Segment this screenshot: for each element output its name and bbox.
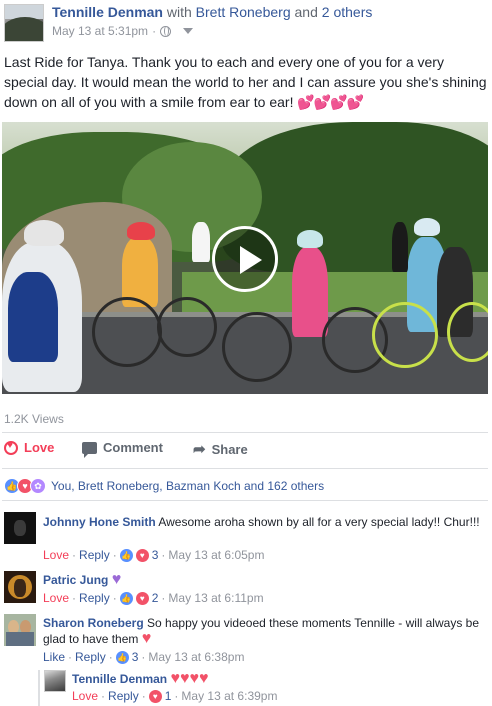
commenter-avatar[interactable]: [4, 512, 36, 544]
comment-reply-link[interactable]: Reply: [79, 591, 110, 605]
comment-love-link[interactable]: Love: [43, 591, 69, 605]
commenter-name[interactable]: Sharon Roneberg: [43, 616, 144, 630]
comment-button[interactable]: Comment: [82, 440, 163, 458]
replier-name[interactable]: Tennille Denman: [72, 672, 167, 686]
reply-reply-link[interactable]: Reply: [108, 689, 139, 703]
share-button[interactable]: ➦ Share: [193, 440, 248, 458]
author-line: Tennille Denman with Brett Roneberg and …: [52, 4, 372, 20]
and-text: and: [294, 4, 318, 20]
comment-body: Sharon Roneberg So happy you videoed the…: [43, 615, 483, 647]
comment-reply-link[interactable]: Reply: [75, 650, 106, 664]
reply-reaction-count[interactable]: 1: [165, 689, 172, 703]
meta-separator: ·: [152, 24, 157, 38]
comment-label: Comment: [103, 440, 163, 455]
comment-body: Johnny Hone Smith Awesome aroha shown by…: [43, 514, 483, 530]
divider: [2, 500, 488, 501]
share-icon: ➦: [193, 441, 206, 458]
with-text: with: [166, 4, 192, 20]
chevron-down-icon[interactable]: [183, 28, 194, 34]
like-reaction-icon: 👍: [119, 548, 133, 562]
comment-reply-link[interactable]: Reply: [79, 548, 110, 562]
heart-emoji: ♥: [141, 630, 152, 647]
share-label: Share: [211, 441, 248, 457]
reply-love-link[interactable]: Love: [72, 689, 98, 703]
comment-time[interactable]: May 13 at 6:05pm: [168, 548, 264, 562]
comment-text: Awesome aroha shown by all for a very sp…: [158, 515, 480, 529]
commenter-avatar[interactable]: [4, 614, 36, 646]
comment-icon: [82, 441, 97, 458]
globe-icon: [160, 25, 172, 37]
comment-reaction-count[interactable]: 2: [152, 591, 159, 605]
like-reaction-icon: 👍: [119, 591, 133, 605]
commenter-avatar[interactable]: [4, 571, 36, 603]
commenter-name[interactable]: Patric Jung: [43, 573, 108, 587]
comment-love-link[interactable]: Love: [43, 548, 69, 562]
reactions-text[interactable]: You, Brett Roneberg, Bazman Koch and 162…: [51, 479, 324, 493]
divider: [2, 432, 488, 433]
post-meta: May 13 at 5:31pm ·: [52, 24, 194, 38]
comment-actions: Love · Reply · 👍 ♥ 3 · May 13 at 6:05pm: [43, 548, 265, 562]
heart-outline-icon: [4, 440, 18, 455]
hearts-emoji: ♥♥♥♥: [170, 670, 209, 687]
love-label: Love: [24, 440, 55, 455]
reply-thread-line: [38, 670, 40, 706]
action-bar: Love Comment ➦ Share: [0, 440, 492, 462]
tagged-person[interactable]: Brett Roneberg: [196, 4, 291, 20]
comment-reaction-count[interactable]: 3: [152, 548, 159, 562]
reply-time[interactable]: May 13 at 6:39pm: [181, 689, 277, 703]
comment-like-link[interactable]: Like: [43, 650, 65, 664]
post-header: Tennille Denman with Brett Roneberg and …: [0, 0, 492, 46]
video-player[interactable]: [2, 122, 488, 394]
divider: [2, 468, 488, 469]
wow-reaction-icon: ✿: [30, 478, 46, 494]
comment-reaction-count[interactable]: 3: [132, 650, 139, 664]
like-reaction-icon: 👍: [115, 650, 129, 664]
post-timestamp[interactable]: May 13 at 5:31pm: [52, 24, 148, 38]
play-icon[interactable]: [212, 226, 278, 292]
love-reaction-icon: ♥: [148, 689, 162, 703]
tagged-others-link[interactable]: 2 others: [322, 4, 373, 20]
post-body: Last Ride for Tanya. Thank you to each a…: [4, 54, 487, 110]
reply-body: Tennille Denman ♥♥♥♥: [72, 671, 482, 687]
love-button[interactable]: Love: [4, 440, 54, 455]
comment-body: Patric Jung ♥: [43, 572, 483, 588]
hearts-emoji: 💕💕💕💕: [297, 94, 364, 110]
post-text: Last Ride for Tanya. Thank you to each a…: [4, 52, 488, 112]
comment-time[interactable]: May 13 at 6:38pm: [148, 650, 244, 664]
love-reaction-icon: ♥: [135, 591, 149, 605]
view-count: 1.2K Views: [4, 412, 64, 426]
purple-heart-icon: ♥: [111, 571, 122, 588]
author-name[interactable]: Tennille Denman: [52, 4, 163, 20]
reactions-summary[interactable]: 👍 ♥ ✿ You, Brett Roneberg, Bazman Koch a…: [4, 478, 324, 494]
commenter-name[interactable]: Johnny Hone Smith: [43, 515, 156, 529]
love-reaction-icon: ♥: [135, 548, 149, 562]
comment-actions: Love · Reply · 👍 ♥ 2 · May 13 at 6:11pm: [43, 591, 264, 605]
reply-actions: Love · Reply · ♥ 1 · May 13 at 6:39pm: [72, 689, 278, 703]
comment-actions: Like · Reply · 👍 3 · May 13 at 6:38pm: [43, 650, 245, 664]
comment-time[interactable]: May 13 at 6:11pm: [168, 591, 263, 605]
replier-avatar[interactable]: [44, 670, 66, 692]
author-avatar[interactable]: [4, 4, 44, 42]
